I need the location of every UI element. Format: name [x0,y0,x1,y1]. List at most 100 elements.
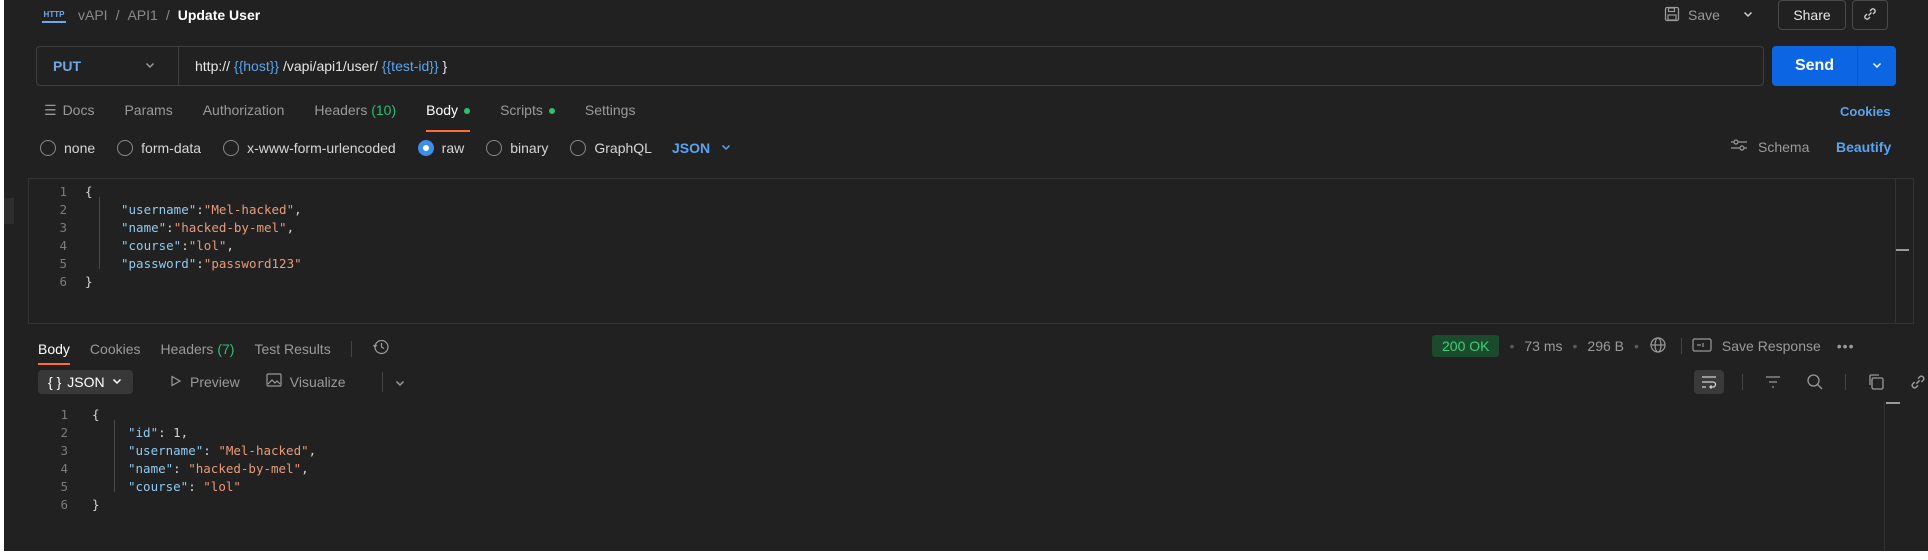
code-line[interactable]: "course": "lol" [128,478,241,496]
history-icon[interactable] [372,338,390,359]
code-line[interactable]: "course":"lol", [121,237,234,255]
breadcrumb-collection[interactable]: API1 [127,7,157,23]
raw-format-label: JSON [671,140,711,156]
copy-icon[interactable] [1864,370,1888,394]
divider [1742,374,1743,390]
tab-settings[interactable]: Settings [585,102,636,124]
tab-label: Headers [160,340,214,357]
share-button[interactable]: Share [1778,0,1846,30]
visualize-label: Visualize [289,374,346,390]
left-panel-handle[interactable] [4,198,14,224]
method-select[interactable]: PUT [37,47,179,85]
radio-raw[interactable]: raw [417,140,464,156]
send-options-button[interactable] [1858,46,1896,86]
share-label: Share [1793,7,1831,23]
chevron-down-icon [1871,58,1883,74]
response-tab-cookies[interactable]: Cookies [90,341,141,357]
code-line[interactable]: "name":"hacked-by-mel", [121,219,294,237]
json-punctuation: : [181,238,189,253]
save-button[interactable]: Save [1688,7,1720,23]
response-body-viewer[interactable]: 1 {2 "id": 1, 3 "username": "Mel-hacked", 4 "n… [38,402,1888,542]
json-key: "course" [121,238,182,253]
tab-body[interactable]: Body [426,102,471,132]
code-line[interactable]: "name": "hacked-by-mel", [128,460,309,478]
breadcrumb-separator: / [115,7,120,23]
url-input[interactable]: http:// {{host}} /vapi/api1/user/ {{test… [179,58,447,74]
line-number: 1 [60,407,68,422]
code-line[interactable]: } [92,496,100,514]
response-format-select[interactable]: { } JSON [38,370,133,394]
indent-guide [114,420,115,492]
breadcrumb-workspace[interactable]: vAPI [78,7,108,23]
preview-button[interactable]: Preview [170,374,240,390]
view-more-chevron-icon[interactable] [394,376,406,392]
radio-selected-icon [417,140,434,156]
response-tab-body[interactable]: Body [38,341,70,365]
line-number: 4 [60,461,68,476]
request-body-editor[interactable]: 1{2 "username":"Mel-hacked", 3 "name":"hack… [28,178,1914,324]
tab-scripts[interactable]: Scripts [500,102,555,124]
code-line[interactable]: "username": "Mel-hacked", [128,442,316,460]
json-string: "password123" [203,256,302,271]
divider [1680,338,1682,354]
status-badge[interactable]: 200 OK [1432,335,1500,357]
save-dropdown-chevron-icon[interactable] [1742,7,1754,23]
send-button[interactable]: Send [1772,46,1858,86]
line-number: 3 [59,220,67,235]
url-text: /vapi/api1/user/ [279,58,382,74]
tab-docs[interactable]: ☰ Docs [44,102,94,124]
more-options-icon[interactable]: ••• [1837,338,1855,354]
code-line[interactable]: { [85,183,93,201]
raw-format-select[interactable]: JSON [672,140,732,156]
request-title[interactable]: Update User [178,7,260,23]
radio-urlencoded[interactable]: x-www-form-urlencoded [223,140,396,156]
beautify-button[interactable]: Beautify [1836,139,1891,155]
response-time[interactable]: 73 ms [1524,338,1562,354]
separator-dot: • [1572,338,1578,354]
scrollbar-thumb[interactable] [1895,249,1909,251]
radio-graphql[interactable]: GraphQL [570,140,652,156]
json-punctuation: , [308,443,317,458]
radio-circle-icon [223,140,240,156]
radio-none[interactable]: none [40,140,95,156]
link-icon[interactable] [1906,370,1928,394]
save-icon[interactable] [1664,6,1680,25]
filter-icon[interactable] [1761,370,1785,394]
response-size[interactable]: 296 B [1587,338,1624,354]
globe-icon[interactable] [1649,336,1667,357]
tab-headers[interactable]: Headers (10) [314,102,396,124]
json-string: "lol" [188,238,227,253]
cookies-link[interactable]: Cookies [1840,104,1891,119]
scrollbar-thumb[interactable] [1886,402,1900,404]
format-label: JSON [67,374,105,390]
code-line[interactable]: "password":"password123" [121,255,302,273]
chevron-down-icon [144,58,156,74]
copy-link-button[interactable] [1852,0,1888,30]
tab-params[interactable]: Params [124,102,172,124]
response-tab-headers[interactable]: Headers (7) [161,341,235,357]
search-icon[interactable] [1803,370,1827,394]
chevron-down-icon [111,374,123,390]
radio-form-data[interactable]: form-data [117,140,201,156]
json-string: "Mel-hacked" [203,202,295,217]
code-line[interactable]: "username":"Mel-hacked", [121,201,302,219]
image-icon [266,373,282,390]
code-line[interactable]: "id": 1, [128,424,188,442]
json-punctuation: , [226,238,234,253]
radio-binary[interactable]: binary [486,140,548,156]
wrap-lines-icon[interactable] [1694,370,1724,394]
json-key: "username" [121,202,197,217]
code-line[interactable]: { [92,406,100,424]
divider [350,340,352,357]
tab-authorization[interactable]: Authorization [203,102,285,124]
response-tabs: Body Cookies Headers (7) Test Results [38,338,390,365]
line-number: 5 [59,256,67,271]
save-response-button[interactable]: Save Response [1722,338,1821,354]
send-button-group: Send [1772,46,1896,86]
schema-button[interactable]: Schema [1730,138,1809,155]
json-string: "hacked-by-mel" [173,220,287,235]
code-line[interactable]: } [85,273,93,291]
response-tab-test-results[interactable]: Test Results [254,341,330,357]
line-number: 2 [59,202,67,217]
visualize-button[interactable]: Visualize [266,373,346,390]
